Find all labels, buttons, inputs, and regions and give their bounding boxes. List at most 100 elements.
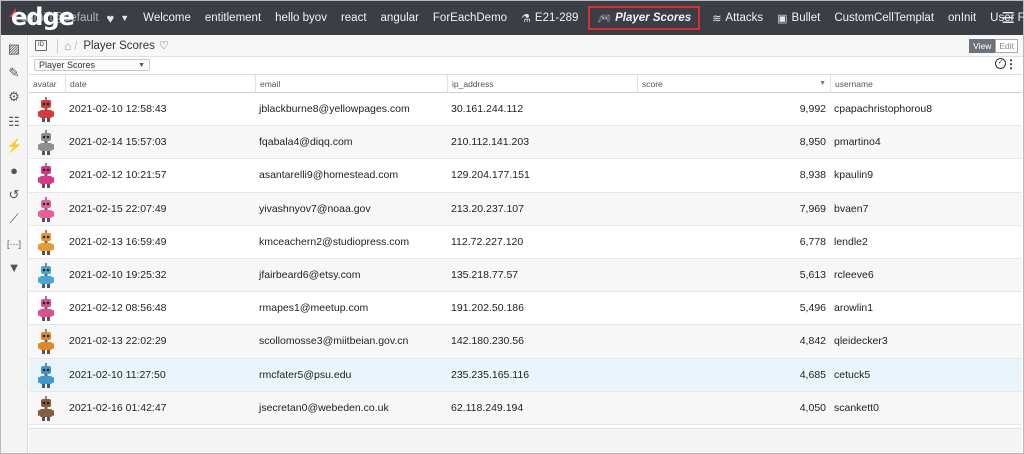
hamburger-menu-icon[interactable]: ☰ xyxy=(1002,9,1015,27)
table-row[interactable]: 2021-02-12 08:56:48 rmapes1@meetup.com 191… xyxy=(29,292,1022,326)
dashboard-id-icon[interactable]: ID xyxy=(35,40,47,51)
avatar xyxy=(38,130,54,156)
column-header-ip-address[interactable]: ip_address xyxy=(447,75,637,93)
table-row[interactable]: 2021-02-10 19:25:32 jfairbeard6@etsy.com 1… xyxy=(29,258,1022,293)
nav-item-attacks[interactable]: ≋ Attacks xyxy=(712,7,763,29)
table-row[interactable]: 2021-02-13 22:02:29 scollomosse3@miitbeia… xyxy=(29,325,1022,359)
user-icon[interactable]: ● xyxy=(6,163,22,179)
cell-ip-address: 62.118.249.194 xyxy=(451,401,524,414)
view-button[interactable]: View xyxy=(969,39,996,53)
table-row[interactable]: 2021-02-15 22:07:49 yivashnyov7@noaa.gov 2… xyxy=(29,192,1022,226)
column-header-score[interactable]: score ▼ xyxy=(637,75,830,93)
cell-username: arowlin1 xyxy=(834,302,874,315)
nav-item-foreachdemo[interactable]: ForEachDemo xyxy=(433,7,507,29)
cell-username: pmartino4 xyxy=(834,136,881,149)
cell-score: 4,050 xyxy=(799,401,826,414)
cell-email: jsecretan0@webeden.co.uk xyxy=(259,401,389,414)
nav-item-bullet[interactable]: ▣ Bullet xyxy=(777,7,820,29)
home-icon[interactable]: ⌂ xyxy=(64,39,71,53)
avatar xyxy=(38,362,54,388)
cell-score: 9,992 xyxy=(799,103,826,115)
cell-score: 5,496 xyxy=(799,302,826,315)
cell-ip-address: 210.112.141.203 xyxy=(451,136,530,149)
cell-username: scankett0 xyxy=(834,401,879,414)
plug-icon[interactable]: ⚡ xyxy=(6,138,22,154)
grid-header: avatar date email ip_address score ▼ user… xyxy=(29,74,1022,93)
datasource-select[interactable]: Player Scores ▼ xyxy=(34,59,150,71)
avatar xyxy=(38,262,54,288)
cell-date: 2021-02-10 11:27:50 xyxy=(69,368,166,381)
more-options-icon[interactable]: ⋮ xyxy=(1005,57,1017,71)
tag-icon: ▣ xyxy=(777,12,788,25)
cell-email: fqabala4@diqq.com xyxy=(259,136,353,149)
favorite-heart-icon[interactable]: ♡ xyxy=(159,39,169,52)
favorites-chevron-down-icon[interactable]: ▼ xyxy=(120,13,129,23)
avatar xyxy=(38,395,54,421)
toolbar-row: Player Scores ▼ ✓ ⋮ xyxy=(29,57,1023,73)
cell-email: jfairbeard6@etsy.com xyxy=(259,268,361,281)
table-row[interactable]: 2021-02-13 16:59:49 kmceachern2@studiopre… xyxy=(29,226,1022,259)
breadcrumb-divider xyxy=(57,38,58,53)
edit-button[interactable]: Edit xyxy=(995,39,1018,53)
ruler-icon[interactable]: ⟋ xyxy=(6,211,22,227)
column-header-username[interactable]: username xyxy=(830,75,1022,93)
cell-date: 2021-02-14 15:57:03 xyxy=(69,136,167,149)
view-edit-toggle: View Edit xyxy=(969,39,1018,53)
filter-icon[interactable]: ▼ xyxy=(6,260,22,276)
edit-image-icon[interactable]: ✎ xyxy=(6,65,22,81)
history-icon[interactable]: ↺ xyxy=(6,187,22,203)
gamepad-icon: 🎮 xyxy=(597,12,612,25)
cell-email: scollomosse3@miitbeian.gov.cn xyxy=(259,335,409,348)
favorites-heart-icon[interactable]: ♥ xyxy=(107,11,115,26)
cell-username: lendle2 xyxy=(834,235,868,248)
top-nav-bar: edge admin@default ♥ ▼ Welcome entitleme… xyxy=(1,1,1024,35)
nav-item-entitlement[interactable]: entitlement xyxy=(205,7,261,29)
avatar xyxy=(38,229,54,255)
nav-item-hello-byov[interactable]: hello byov xyxy=(275,7,327,29)
nav-item-customcelltemplat[interactable]: CustomCellTemplat xyxy=(834,7,934,29)
file-settings-icon[interactable]: ⚙ xyxy=(6,89,22,105)
column-header-date[interactable]: date xyxy=(65,75,255,93)
table-row[interactable]: 2021-02-10 11:27:50 rmcfater5@psu.edu 235.… xyxy=(29,358,1022,392)
cell-ip-address: 191.202.50.186 xyxy=(451,302,524,315)
nav-item-angular[interactable]: angular xyxy=(381,7,419,29)
database-settings-icon[interactable]: ☷ xyxy=(6,114,22,130)
cell-date: 2021-02-12 08:56:48 xyxy=(69,302,167,315)
avatar xyxy=(38,296,54,322)
cell-ip-address: 135.218.77.57 xyxy=(451,268,519,281)
cell-date: 2021-02-10 19:25:32 xyxy=(69,268,167,281)
cell-email: rmcfater5@psu.edu xyxy=(259,368,352,381)
code-icon[interactable]: [⋯] xyxy=(6,236,22,252)
table-row[interactable]: 2021-02-16 01:42:47 jsecretan0@webeden.co… xyxy=(29,391,1022,425)
image-icon[interactable]: ▨ xyxy=(6,41,22,57)
cell-date: 2021-02-10 12:58:43 xyxy=(69,103,167,115)
grid-body: 2021-02-10 12:58:43 jblackburne8@yellowpa… xyxy=(29,93,1022,425)
nav-item-e21-289[interactable]: ⚗ E21-289 xyxy=(521,7,578,29)
cell-email: yivashnyov7@noaa.gov xyxy=(259,202,371,215)
scores-grid: avatar date email ip_address score ▼ user… xyxy=(29,74,1022,425)
nav-item-react[interactable]: react xyxy=(341,7,367,29)
avatar xyxy=(38,163,54,189)
table-row[interactable]: 2021-02-12 10:21:57 asantarelli9@homestea… xyxy=(29,159,1022,193)
left-sidebar: ▨ ✎ ⚙ ☷ ⚡ ● ↺ ⟋ [⋯] ▼ xyxy=(1,35,28,453)
cell-email: rmapes1@meetup.com xyxy=(259,302,369,315)
cell-username: cpapachristophorou8 xyxy=(834,103,933,115)
nav-item-player-scores[interactable]: 🎮 Player Scores xyxy=(588,6,701,30)
chevron-down-icon: ▼ xyxy=(138,62,145,69)
cell-date: 2021-02-15 22:07:49 xyxy=(69,202,167,215)
table-row[interactable]: 2021-02-10 12:58:43 jblackburne8@yellowpa… xyxy=(29,93,1022,127)
table-row[interactable]: 2021-02-14 15:57:03 fqabala4@diqq.com 210.… xyxy=(29,126,1022,160)
nav-items: Welcome entitlement hello byov react ang… xyxy=(143,6,1024,30)
breadcrumb-separator: / xyxy=(74,39,78,52)
cell-score: 6,778 xyxy=(799,235,826,248)
cell-username: cetuck5 xyxy=(834,368,871,381)
cell-date: 2021-02-13 22:02:29 xyxy=(69,335,167,348)
column-header-email[interactable]: email xyxy=(255,75,447,93)
avatar xyxy=(38,97,54,122)
cell-email: kmceachern2@studiopress.com xyxy=(259,235,410,248)
nav-item-oninit[interactable]: onInit xyxy=(948,7,976,29)
cell-username: rcleeve6 xyxy=(834,268,874,281)
nav-item-welcome[interactable]: Welcome xyxy=(143,7,191,29)
cell-username: qleidecker3 xyxy=(834,335,888,348)
column-header-avatar[interactable]: avatar xyxy=(29,75,65,93)
